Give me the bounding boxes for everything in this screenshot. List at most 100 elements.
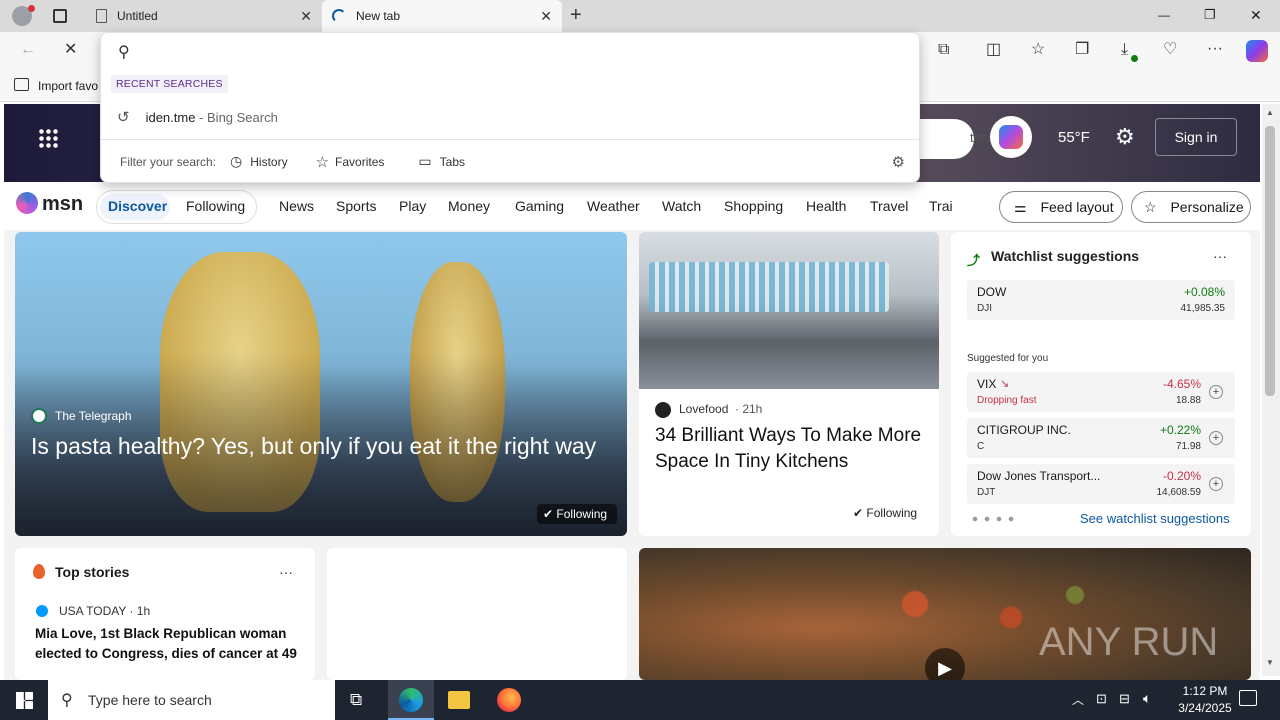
nav-travel[interactable]: Travel	[870, 198, 908, 214]
filter-tabs[interactable]: Tabs	[440, 155, 465, 169]
watchlist-row-dow[interactable]: DOW DJI +0.08% 41,985.35	[967, 280, 1235, 320]
temperature[interactable]: 55°F	[1058, 129, 1090, 146]
empty-card	[327, 548, 627, 680]
import-favorites-link[interactable]: Import favo	[38, 79, 98, 93]
video-card[interactable]: ANY RUN ▶	[639, 548, 1251, 680]
sign-in-button[interactable]: Sign in	[1155, 118, 1237, 156]
nav-health[interactable]: Health	[806, 198, 846, 214]
watchlist-row-djt[interactable]: Dow Jones Transport... DJT -0.20% 14,608…	[967, 464, 1235, 504]
msn-logo[interactable]: msn	[42, 193, 83, 216]
nav-watch[interactable]: Watch	[662, 198, 701, 214]
downloads-icon[interactable]: ⤓	[1121, 42, 1128, 58]
nav-traffic[interactable]: Trai	[929, 198, 953, 214]
stock-change: +0.08%	[1183, 285, 1225, 299]
address-input[interactable]	[141, 39, 901, 65]
stop-loading-icon[interactable]: ✕	[64, 42, 77, 58]
add-stock-icon[interactable]: +	[1209, 385, 1223, 399]
play-button-icon[interactable]: ▶	[925, 648, 965, 680]
nav-weather[interactable]: Weather	[587, 198, 640, 214]
scroll-down-icon[interactable]: ▼	[1266, 658, 1274, 667]
stock-sub: DJT	[977, 487, 996, 498]
hero-title[interactable]: Is pasta healthy? Yes, but only if you e…	[31, 430, 611, 462]
show-hidden-icons[interactable]: ︿	[1072, 691, 1084, 708]
file-explorer-icon[interactable]	[448, 691, 470, 709]
story-headline[interactable]: Mia Love, 1st Black Republican woman ele…	[35, 624, 305, 664]
watchlist-row-vix[interactable]: VIX ↘ Dropping fast -4.65% 18.88 +	[967, 372, 1235, 412]
performance-icon[interactable]: ♡	[1163, 42, 1177, 58]
taskbar-edge-active[interactable]	[388, 680, 434, 720]
apps-grid-icon[interactable]	[38, 128, 58, 148]
stock-change: -4.65%	[1162, 377, 1201, 391]
filter-favorites[interactable]: Favorites	[335, 155, 384, 169]
nav-play[interactable]: Play	[399, 198, 426, 214]
favorites-icon[interactable]: ☆	[1031, 42, 1045, 58]
card2-following-badge[interactable]: ✔ Following	[853, 506, 917, 520]
watchlist-row-citigroup[interactable]: CITIGROUP INC. C +0.22% 71.98 +	[967, 418, 1235, 458]
tab-title: New tab	[356, 9, 401, 23]
nav-sports[interactable]: Sports	[336, 198, 376, 214]
back-arrow-icon[interactable]: ←	[20, 42, 36, 58]
network-icon[interactable]: ⊟	[1119, 691, 1130, 707]
notifications-icon[interactable]	[1239, 690, 1257, 706]
volume-icon[interactable]: 🔈︎	[1143, 690, 1151, 707]
extensions-icon[interactable]: ⧉	[938, 42, 949, 58]
feed-layout-button[interactable]: ⚌ Feed layout	[999, 191, 1123, 223]
stock-symbol: DJI	[977, 303, 992, 314]
device-icon[interactable]: ⊡	[1096, 691, 1107, 707]
kitchen-card[interactable]: Lovefood · 21h 34 Brilliant Ways To Make…	[639, 232, 939, 536]
top-stories-title[interactable]: Top stories	[55, 564, 129, 580]
split-screen-icon[interactable]: ◫	[986, 42, 1001, 58]
hero-source[interactable]: The Telegraph	[55, 409, 132, 423]
settings-icon[interactable]: ⚙	[892, 153, 905, 171]
tab-new-tab[interactable]: New tab ✕	[322, 0, 562, 32]
taskbar-search-box[interactable]: ⚲ Type here to search	[48, 680, 335, 720]
nav-money[interactable]: Money	[448, 198, 490, 214]
restore-button[interactable]: ❐	[1204, 7, 1216, 23]
copilot-logo-icon	[999, 125, 1023, 149]
tab-actions-icon[interactable]	[53, 9, 67, 23]
stock-price: 71.98	[1175, 441, 1201, 452]
check-icon: ✔	[543, 507, 554, 521]
watchlist-more-icon[interactable]: ···	[1213, 248, 1227, 264]
page-scrollbar[interactable]: ▲ ▼	[1262, 104, 1280, 676]
add-stock-icon[interactable]: +	[1209, 477, 1223, 491]
tab-untitled[interactable]: Untitled ✕	[86, 0, 322, 32]
minimize-button[interactable]: —	[1158, 8, 1170, 22]
clock-time[interactable]: 1:12 PM	[1172, 684, 1238, 698]
close-window-button[interactable]: ✕	[1250, 7, 1262, 24]
tab-title: Untitled	[117, 9, 158, 23]
hero-card[interactable]: The Telegraph Is pasta healthy? Yes, but…	[15, 232, 627, 536]
scrollbar-thumb[interactable]	[1265, 126, 1275, 396]
filter-label: Filter your search:	[120, 154, 217, 169]
more-menu-icon[interactable]: ···	[1207, 41, 1223, 57]
copilot-icon[interactable]	[1246, 40, 1268, 62]
close-tab-icon[interactable]: ✕	[300, 8, 312, 25]
new-tab-button[interactable]: +	[570, 4, 582, 27]
close-tab-icon[interactable]: ✕	[540, 8, 552, 25]
see-watchlist-link[interactable]: See watchlist suggestions	[1080, 511, 1230, 526]
top-stories-more-icon[interactable]: ···	[279, 564, 293, 580]
add-stock-icon[interactable]: +	[1209, 431, 1223, 445]
following-label: Following	[866, 506, 918, 520]
nav-news[interactable]: News	[279, 198, 314, 214]
personalize-button[interactable]: ☆ Personalize	[1131, 191, 1251, 223]
card2-source[interactable]: Lovefood	[679, 402, 728, 416]
nav-shopping[interactable]: Shopping	[724, 198, 783, 214]
top-stories-card: Top stories ··· USA TODAY · 1h Mia Love,…	[15, 548, 315, 680]
windows-start-icon[interactable]	[16, 692, 33, 709]
discover-tab[interactable]: Discover	[108, 198, 167, 214]
collections-icon[interactable]: ❐	[1075, 42, 1089, 58]
task-view-icon[interactable]: ⧉	[350, 690, 362, 710]
scroll-up-icon[interactable]: ▲	[1266, 108, 1274, 117]
clock-date[interactable]: 3/24/2025	[1166, 701, 1244, 715]
firefox-icon[interactable]	[497, 688, 521, 712]
nav-gaming[interactable]: Gaming	[515, 198, 564, 214]
hero-following-badge[interactable]: ✔ Following	[537, 504, 617, 524]
settings-icon[interactable]: ⚙	[1115, 124, 1135, 150]
filter-history[interactable]: History	[250, 155, 287, 169]
card2-title[interactable]: 34 Brilliant Ways To Make More Space In …	[655, 423, 930, 475]
carousel-dots[interactable]	[969, 516, 1017, 522]
search-icon: ⚲	[61, 692, 73, 709]
following-tab[interactable]: Following	[186, 198, 245, 214]
recent-search-item[interactable]: ↺ iden.tme - Bing Search	[101, 101, 919, 133]
